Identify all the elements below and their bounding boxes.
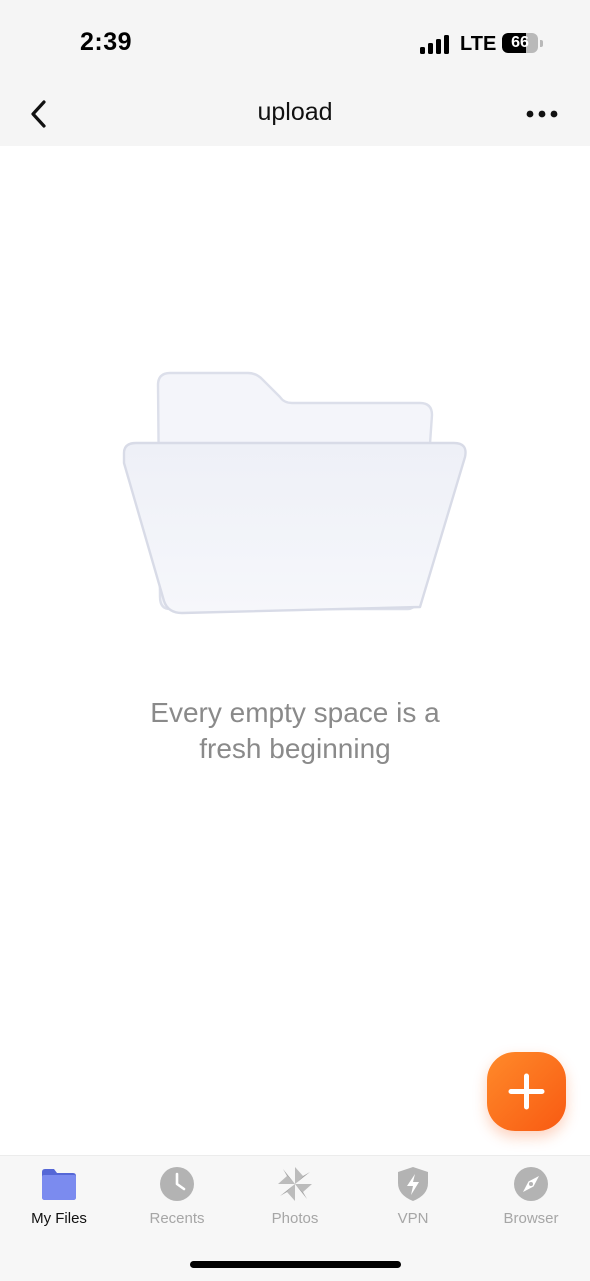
empty-message-line2: fresh beginning — [199, 733, 391, 764]
battery-percent: 66 — [511, 34, 529, 51]
home-indicator[interactable] — [190, 1261, 401, 1268]
tab-label: My Files — [31, 1210, 87, 1227]
compass-icon — [513, 1166, 549, 1202]
empty-folder-illustration — [118, 365, 472, 621]
tab-my-files[interactable]: My Files — [0, 1156, 118, 1246]
battery-tip — [540, 40, 543, 47]
status-time: 2:39 — [80, 28, 133, 56]
pinwheel-icon — [277, 1166, 313, 1202]
clock-icon — [159, 1166, 195, 1202]
more-button[interactable] — [520, 100, 564, 128]
tab-label: Recents — [149, 1210, 205, 1227]
tab-photos[interactable]: Photos — [236, 1156, 354, 1246]
empty-message-line1: Every empty space is a — [150, 697, 440, 728]
tab-label: Browser — [503, 1210, 559, 1227]
more-horizontal-icon — [526, 110, 558, 118]
folder-icon — [41, 1166, 77, 1202]
battery-icon: 66 — [502, 33, 538, 53]
tab-label: VPN — [397, 1210, 429, 1227]
tab-vpn[interactable]: VPN — [354, 1156, 472, 1246]
empty-state-message: Every empty space is a fresh beginning — [95, 695, 495, 767]
add-button[interactable] — [487, 1052, 566, 1131]
tab-label: Photos — [271, 1210, 319, 1227]
page-title: upload — [257, 98, 333, 126]
shield-bolt-icon — [395, 1166, 431, 1202]
tab-browser[interactable]: Browser — [472, 1156, 590, 1246]
tab-recents[interactable]: Recents — [118, 1156, 236, 1246]
network-type: LTE — [460, 33, 497, 55]
plus-icon — [508, 1073, 545, 1110]
cellular-signal-icon — [420, 34, 452, 54]
